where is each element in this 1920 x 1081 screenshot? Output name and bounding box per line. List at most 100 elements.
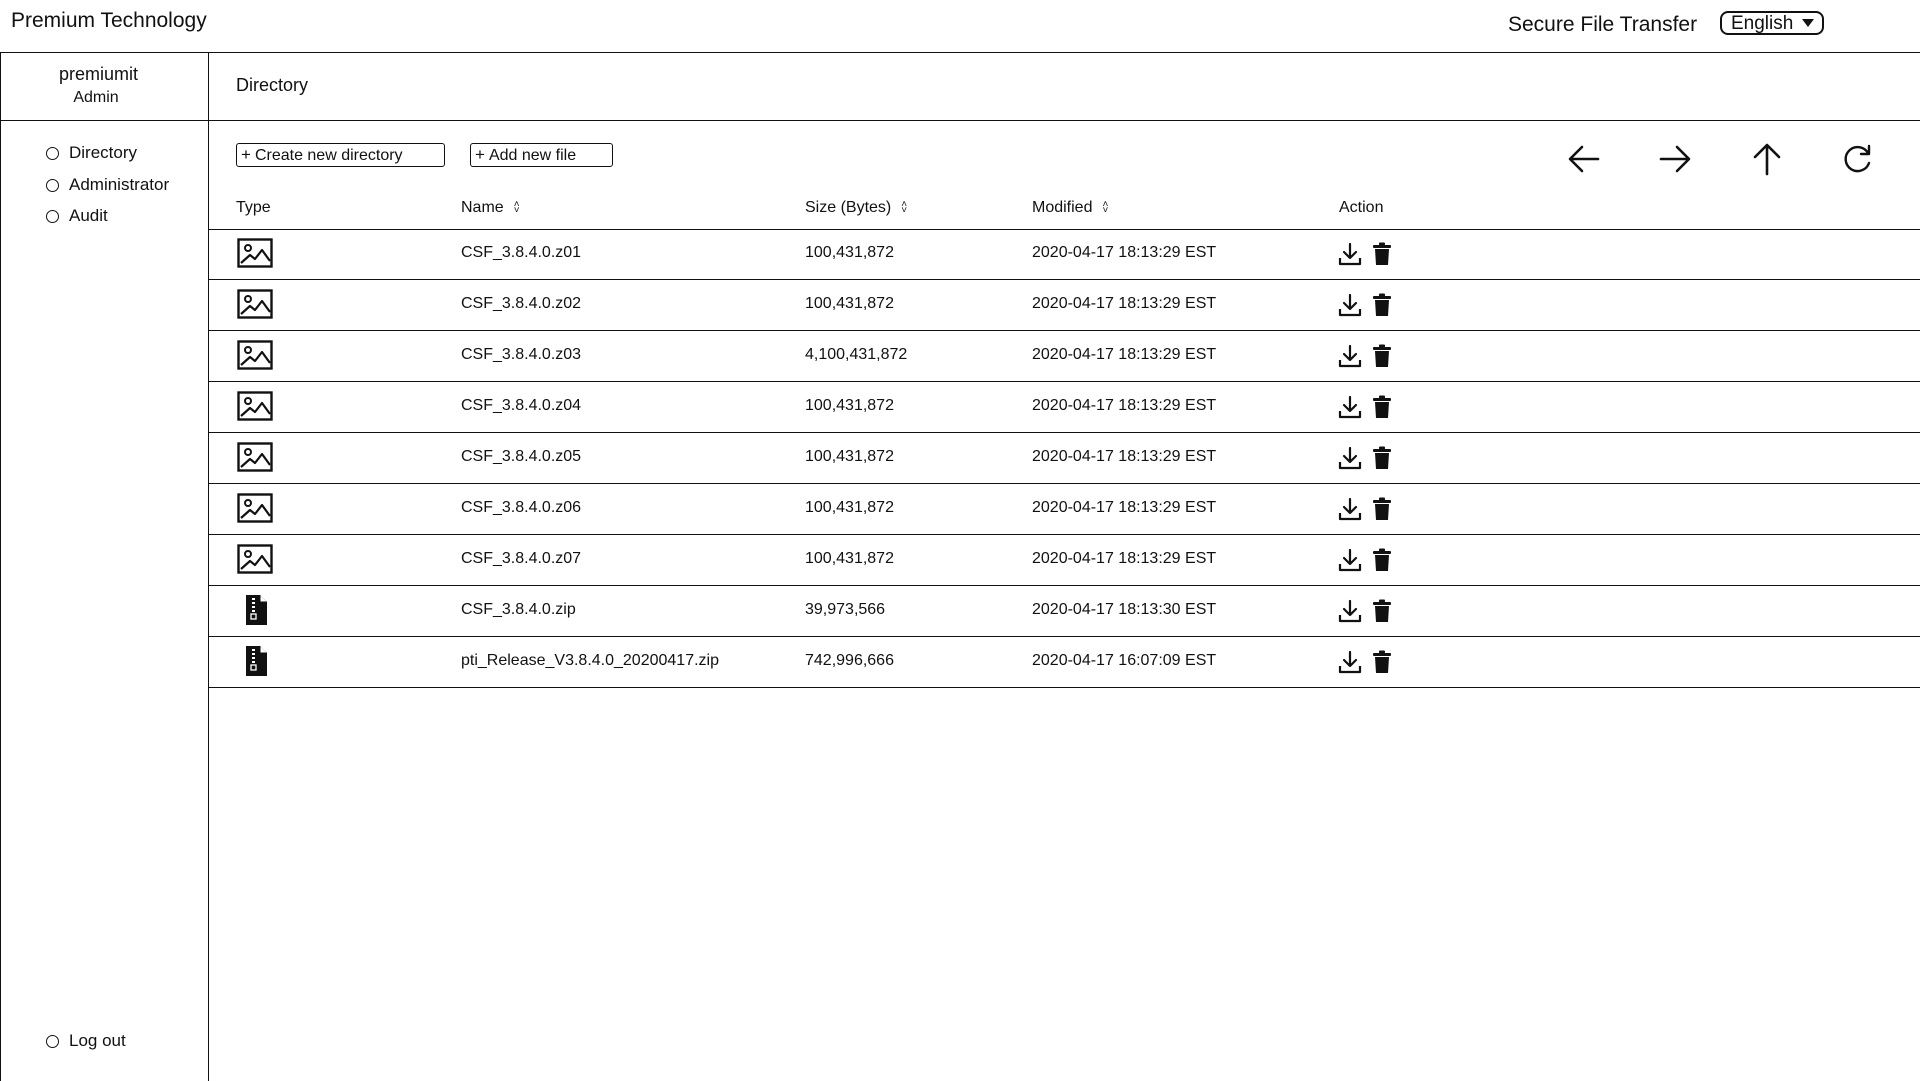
table-row[interactable]: CSF_3.8.4.0.z05 100,431,872 2020-04-17 18:… bbox=[209, 433, 1920, 484]
file-name[interactable]: CSF_3.8.4.0.z04 bbox=[461, 397, 581, 415]
language-value: English bbox=[1731, 13, 1794, 34]
sidebar-item-directory[interactable]: Directory bbox=[46, 143, 137, 163]
refresh-icon[interactable] bbox=[1839, 141, 1875, 177]
trash-icon[interactable] bbox=[1372, 548, 1392, 572]
trash-icon[interactable] bbox=[1372, 650, 1392, 674]
file-name[interactable]: CSF_3.8.4.0.zip bbox=[461, 601, 576, 619]
sort-icon: ˄ ˅ bbox=[1102, 199, 1109, 216]
create-directory-button[interactable]: + Create new directory bbox=[236, 143, 445, 167]
download-icon[interactable] bbox=[1338, 293, 1362, 317]
table-row[interactable]: CSF_3.8.4.0.zip 39,973,566 2020-04-17 18:1… bbox=[209, 586, 1920, 637]
image-file-icon bbox=[237, 544, 273, 574]
column-modified-label: Modified bbox=[1032, 199, 1093, 216]
forward-arrow-icon[interactable] bbox=[1657, 141, 1693, 177]
trash-icon[interactable] bbox=[1372, 344, 1392, 368]
breadcrumb: Directory bbox=[209, 53, 1920, 121]
file-modified: 2020-04-17 18:13:29 EST bbox=[1032, 499, 1217, 516]
file-modified: 2020-04-17 16:07:09 EST bbox=[1032, 652, 1217, 669]
image-file-icon bbox=[237, 442, 273, 472]
file-size: 39,973,566 bbox=[805, 601, 886, 618]
language-select[interactable]: English bbox=[1720, 11, 1824, 35]
file-modified: 2020-04-17 18:13:29 EST bbox=[1032, 397, 1217, 414]
file-name[interactable]: pti_Release_V3.8.4.0_20200417.zip bbox=[461, 652, 719, 670]
sidebar-item-label: Audit bbox=[69, 206, 108, 225]
zip-file-icon bbox=[246, 595, 267, 625]
file-size: 100,431,872 bbox=[805, 397, 894, 414]
sidebar-item-administrator[interactable]: Administrator bbox=[46, 175, 169, 195]
up-arrow-icon[interactable] bbox=[1749, 141, 1785, 177]
logout-label: Log out bbox=[69, 1031, 126, 1050]
column-type: Type bbox=[236, 199, 271, 217]
column-name[interactable]: Name ˄ ˅ bbox=[461, 199, 520, 217]
table-row[interactable]: CSF_3.8.4.0.z04 100,431,872 2020-04-17 18:… bbox=[209, 382, 1920, 433]
download-icon[interactable] bbox=[1338, 650, 1362, 674]
trash-icon[interactable] bbox=[1372, 242, 1392, 266]
download-icon[interactable] bbox=[1338, 599, 1362, 623]
table-row[interactable]: pti_Release_V3.8.4.0_20200417.zip 742,996… bbox=[209, 637, 1920, 688]
download-icon[interactable] bbox=[1338, 497, 1362, 521]
file-name[interactable]: CSF_3.8.4.0.z06 bbox=[461, 499, 581, 517]
image-file-icon bbox=[237, 493, 273, 523]
plus-icon: + bbox=[241, 145, 251, 164]
download-icon[interactable] bbox=[1338, 344, 1362, 368]
top-bar: Premium Technology Secure File Transfer … bbox=[0, 0, 1920, 52]
file-size: 100,431,872 bbox=[805, 295, 894, 312]
file-table: CSF_3.8.4.0.z01 100,431,872 2020-04-17 18:… bbox=[209, 229, 1920, 688]
brand-name: Premium Technology bbox=[11, 9, 207, 32]
table-row[interactable]: CSF_3.8.4.0.z06 100,431,872 2020-04-17 18:… bbox=[209, 484, 1920, 535]
download-icon[interactable] bbox=[1338, 548, 1362, 572]
trash-icon[interactable] bbox=[1372, 293, 1392, 317]
trash-icon[interactable] bbox=[1372, 497, 1392, 521]
sidebar-item-label: Directory bbox=[69, 143, 138, 162]
main-content: Directory + Create new directory + Add new… bbox=[209, 53, 1920, 1081]
file-name[interactable]: CSF_3.8.4.0.z05 bbox=[461, 448, 581, 466]
column-modified[interactable]: Modified ˄ ˅ bbox=[1032, 199, 1108, 217]
radio-icon bbox=[46, 178, 59, 192]
radio-icon bbox=[46, 209, 59, 223]
sidebar-item-label: Administrator bbox=[69, 175, 170, 194]
user-name: premiumit bbox=[58, 64, 138, 84]
trash-icon[interactable] bbox=[1372, 446, 1392, 470]
column-type-label: Type bbox=[236, 199, 271, 216]
user-box: premiumit Admin bbox=[1, 53, 209, 121]
table-header: Type Name ˄ ˅ Size (Bytes) ˄ ˅ Modified ˄ ˅ Ac… bbox=[209, 188, 1920, 230]
app-title: Secure File Transfer bbox=[1508, 13, 1698, 36]
file-modified: 2020-04-17 18:13:29 EST bbox=[1032, 346, 1217, 363]
download-icon[interactable] bbox=[1338, 242, 1362, 266]
file-name[interactable]: CSF_3.8.4.0.z07 bbox=[461, 550, 581, 568]
file-size: 100,431,872 bbox=[805, 244, 894, 261]
file-name[interactable]: CSF_3.8.4.0.z02 bbox=[461, 295, 581, 313]
file-name[interactable]: CSF_3.8.4.0.z01 bbox=[461, 244, 581, 262]
plus-icon: + bbox=[475, 145, 485, 164]
table-row[interactable]: CSF_3.8.4.0.z01 100,431,872 2020-04-17 18:… bbox=[209, 229, 1920, 280]
sort-icon: ˄ ˅ bbox=[513, 199, 520, 216]
file-modified: 2020-04-17 18:13:30 EST bbox=[1032, 601, 1217, 618]
logout-button[interactable]: Log out bbox=[46, 1031, 126, 1051]
breadcrumb-directory[interactable]: Directory bbox=[236, 75, 308, 96]
sidebar: premiumit Admin Directory Administrator … bbox=[0, 53, 209, 1081]
table-row[interactable]: CSF_3.8.4.0.z02 100,431,872 2020-04-17 18:… bbox=[209, 280, 1920, 331]
table-row[interactable]: CSF_3.8.4.0.z07 100,431,872 2020-04-17 18:… bbox=[209, 535, 1920, 586]
add-file-label: Add new file bbox=[488, 147, 577, 164]
file-size: 742,996,666 bbox=[805, 652, 894, 669]
column-size[interactable]: Size (Bytes) ˄ ˅ bbox=[805, 199, 907, 217]
add-file-button[interactable]: + Add new file bbox=[470, 143, 613, 167]
column-name-label: Name bbox=[461, 199, 504, 216]
user-role: Admin bbox=[73, 89, 119, 106]
download-icon[interactable] bbox=[1338, 395, 1362, 419]
sidebar-item-audit[interactable]: Audit bbox=[46, 206, 108, 226]
file-size: 100,431,872 bbox=[805, 550, 894, 567]
file-modified: 2020-04-17 18:13:29 EST bbox=[1032, 550, 1217, 567]
file-modified: 2020-04-17 18:13:29 EST bbox=[1032, 448, 1217, 465]
column-action-label: Action bbox=[1339, 199, 1384, 216]
back-arrow-icon[interactable] bbox=[1566, 141, 1602, 177]
trash-icon[interactable] bbox=[1372, 599, 1392, 623]
image-file-icon bbox=[237, 238, 273, 268]
table-row[interactable]: CSF_3.8.4.0.z03 4,100,431,872 2020-04-17 1… bbox=[209, 331, 1920, 382]
image-file-icon bbox=[237, 289, 273, 319]
file-name[interactable]: CSF_3.8.4.0.z03 bbox=[461, 346, 581, 364]
trash-icon[interactable] bbox=[1372, 395, 1392, 419]
download-icon[interactable] bbox=[1338, 446, 1362, 470]
column-size-label: Size (Bytes) bbox=[805, 199, 892, 216]
image-file-icon bbox=[237, 340, 273, 370]
